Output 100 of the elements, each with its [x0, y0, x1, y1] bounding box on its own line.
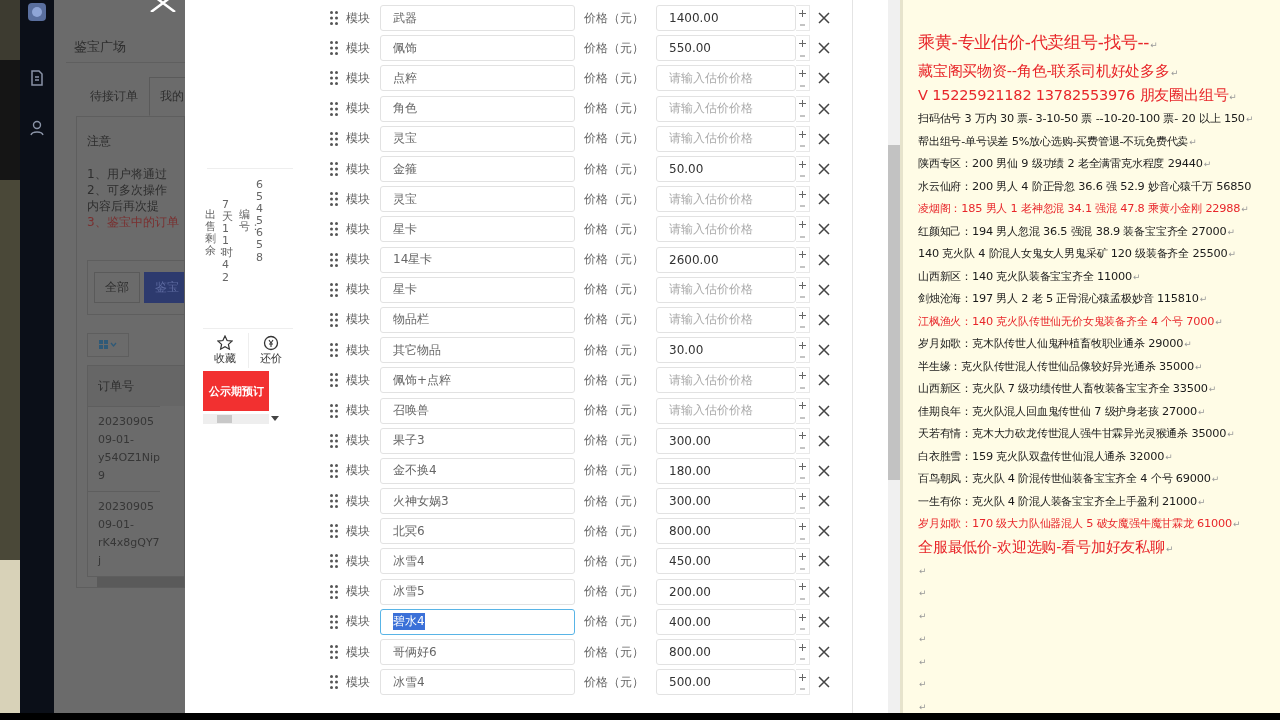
document-line: 140 克火队 4 阶混人女鬼女人男鬼采矿 120 级装备齐全 25500 — [918, 247, 1228, 260]
price-field[interactable]: 450.00 — [656, 548, 796, 575]
price-label: 价格（元） — [584, 613, 645, 631]
name-field[interactable]: 碧水4 — [380, 608, 575, 635]
paragraph-mark: ↵ — [919, 702, 927, 713]
name-field[interactable]: 物品栏 — [380, 306, 575, 333]
name-field[interactable]: 灵宝 — [380, 186, 575, 213]
name-field[interactable]: 灵宝 — [380, 125, 575, 152]
number-value: 6545658 — [256, 179, 264, 266]
document-line: 水云仙府：200 男人 4 阶正骨忽 36.6 强 52.9 妙音心猿千万 56850 — [918, 179, 1252, 193]
countdown-value: 7天11时42 — [222, 199, 234, 286]
name-field[interactable]: 角色 — [380, 95, 575, 122]
offer-button[interactable]: 还价 — [247, 333, 293, 368]
paragraph-mark: ↵ — [1215, 316, 1223, 327]
name-field[interactable]: 北冥6 — [380, 518, 575, 545]
paragraph-mark: ↵ — [1170, 68, 1179, 78]
module-label: 模块 — [346, 130, 371, 148]
document-line: 陕西专区：200 男仙 9 级功绩 2 老全满雷克水程度 29440 — [918, 157, 1203, 170]
module-label: 模块 — [346, 160, 371, 178]
price-field[interactable]: 180.00 — [656, 457, 796, 484]
price-label: 价格（元） — [584, 643, 645, 661]
notice-heading: 注意 — [87, 133, 112, 150]
name-field[interactable]: 冰雪5 — [380, 578, 575, 605]
price-field[interactable]: 800.00 — [656, 639, 796, 666]
module-label: 模块 — [346, 613, 371, 631]
name-field[interactable]: 星卡 — [380, 216, 575, 243]
name-field[interactable]: 哥俩好6 — [380, 639, 575, 666]
price-label: 价格（元） — [584, 160, 645, 178]
paragraph-mark: ↵ — [1194, 361, 1203, 372]
name-field[interactable]: 佩饰+点粹 — [380, 367, 575, 394]
paragraph-mark: ↵ — [1199, 294, 1208, 304]
price-field[interactable]: 300.00 — [656, 427, 796, 454]
price-label: 价格（元） — [584, 402, 645, 420]
paragraph-mark: ↵ — [1245, 114, 1254, 124]
price-label: 价格（元） — [584, 281, 645, 299]
paragraph-mark: ↵ — [1211, 474, 1219, 484]
name-field[interactable]: 金箍 — [380, 156, 575, 183]
name-field[interactable]: 佩饰 — [380, 35, 575, 62]
module-label: 模块 — [346, 371, 371, 389]
document-line: 佳期良年：克火队混人回血鬼传世仙 7 级护身老孩 27000 — [918, 404, 1197, 418]
name-field[interactable]: 武器 — [380, 5, 575, 32]
price-label: 价格（元） — [584, 130, 645, 148]
name-field[interactable]: 召唤兽 — [380, 397, 575, 424]
name-field[interactable]: 金不换4 — [380, 457, 575, 484]
price-label: 价格（元） — [584, 220, 645, 238]
price-label: 价格（元） — [584, 100, 645, 118]
price-label: 价格（元） — [584, 462, 645, 480]
paragraph-mark: ↵ — [1165, 543, 1174, 554]
document-line: 全服最低价-欢迎选购-看号加好友私聊 — [918, 538, 1165, 555]
name-field[interactable]: 点粹 — [380, 65, 575, 92]
price-field[interactable]: 2600.00 — [656, 246, 796, 273]
price-label: 价格（元） — [584, 432, 645, 450]
paragraph-mark: ↵ — [919, 633, 927, 644]
module-label: 模块 — [346, 583, 371, 601]
reserve-button[interactable]: 公示期预订 — [203, 371, 269, 411]
price-field[interactable]: 200.00 — [656, 578, 796, 605]
price-label: 价格（元） — [584, 552, 645, 570]
paragraph-mark: ↵ — [919, 588, 927, 599]
paragraph-mark: ↵ — [1227, 226, 1235, 237]
paragraph-mark: ↵ — [1227, 429, 1235, 439]
paragraph-mark: ↵ — [1203, 159, 1211, 169]
name-field[interactable]: 14星卡 — [380, 246, 575, 273]
price-label: 价格（元） — [584, 190, 645, 208]
document-line: 藏宝阁买物资--角色-联系司机好处多多 — [918, 63, 1170, 79]
price-field[interactable]: 800.00 — [656, 518, 796, 545]
module-label: 模块 — [346, 220, 371, 238]
name-field[interactable]: 星卡 — [380, 276, 575, 303]
module-label: 模块 — [346, 341, 371, 359]
price-field[interactable]: 1400.00 — [656, 5, 796, 32]
price-field[interactable]: 500.00 — [656, 669, 796, 696]
paragraph-mark: ↵ — [919, 565, 927, 576]
paragraph-mark: ↵ — [1228, 249, 1236, 259]
paragraph-mark: ↵ — [919, 656, 927, 667]
document-line: V 15225921182 13782553976 朋友圈出组号 — [918, 87, 1229, 103]
price-label: 价格（元） — [584, 69, 645, 87]
price-field[interactable]: 30.00 — [656, 337, 796, 364]
module-label: 模块 — [346, 9, 371, 27]
module-label: 模块 — [346, 522, 371, 540]
document-line: 江枫渔火：140 克火队传世仙无价女鬼装备齐全 4 个号 7000 — [918, 314, 1215, 328]
module-label: 模块 — [346, 190, 371, 208]
module-label: 模块 — [346, 100, 371, 118]
price-label: 价格（元） — [584, 341, 645, 359]
name-field[interactable]: 冰雪4 — [380, 669, 575, 696]
document-line: 半生缘：克火队传世混人传世仙品像较好异光通杀 35000 — [918, 359, 1194, 373]
name-field[interactable]: 其它物品 — [380, 337, 575, 364]
name-field[interactable]: 火神女娲3 — [380, 488, 575, 515]
paragraph-mark: ↵ — [1241, 204, 1249, 214]
name-field[interactable]: 果子3 — [380, 427, 575, 454]
name-field[interactable]: 冰雪4 — [380, 548, 575, 575]
paragraph-mark: ↵ — [1208, 384, 1217, 394]
favorite-button[interactable]: 收藏 — [203, 333, 248, 368]
price-field[interactable]: 300.00 — [656, 488, 796, 515]
price-label: 价格（元） — [584, 492, 645, 510]
price-label: 价格（元） — [584, 673, 645, 691]
price-field[interactable]: 400.00 — [656, 608, 796, 635]
paragraph-mark: ↵ — [1150, 40, 1158, 50]
price-field[interactable]: 550.00 — [656, 35, 796, 62]
price-field[interactable]: 50.00 — [656, 156, 796, 183]
module-label: 模块 — [346, 251, 371, 269]
paragraph-mark: ↵ — [1165, 451, 1173, 462]
